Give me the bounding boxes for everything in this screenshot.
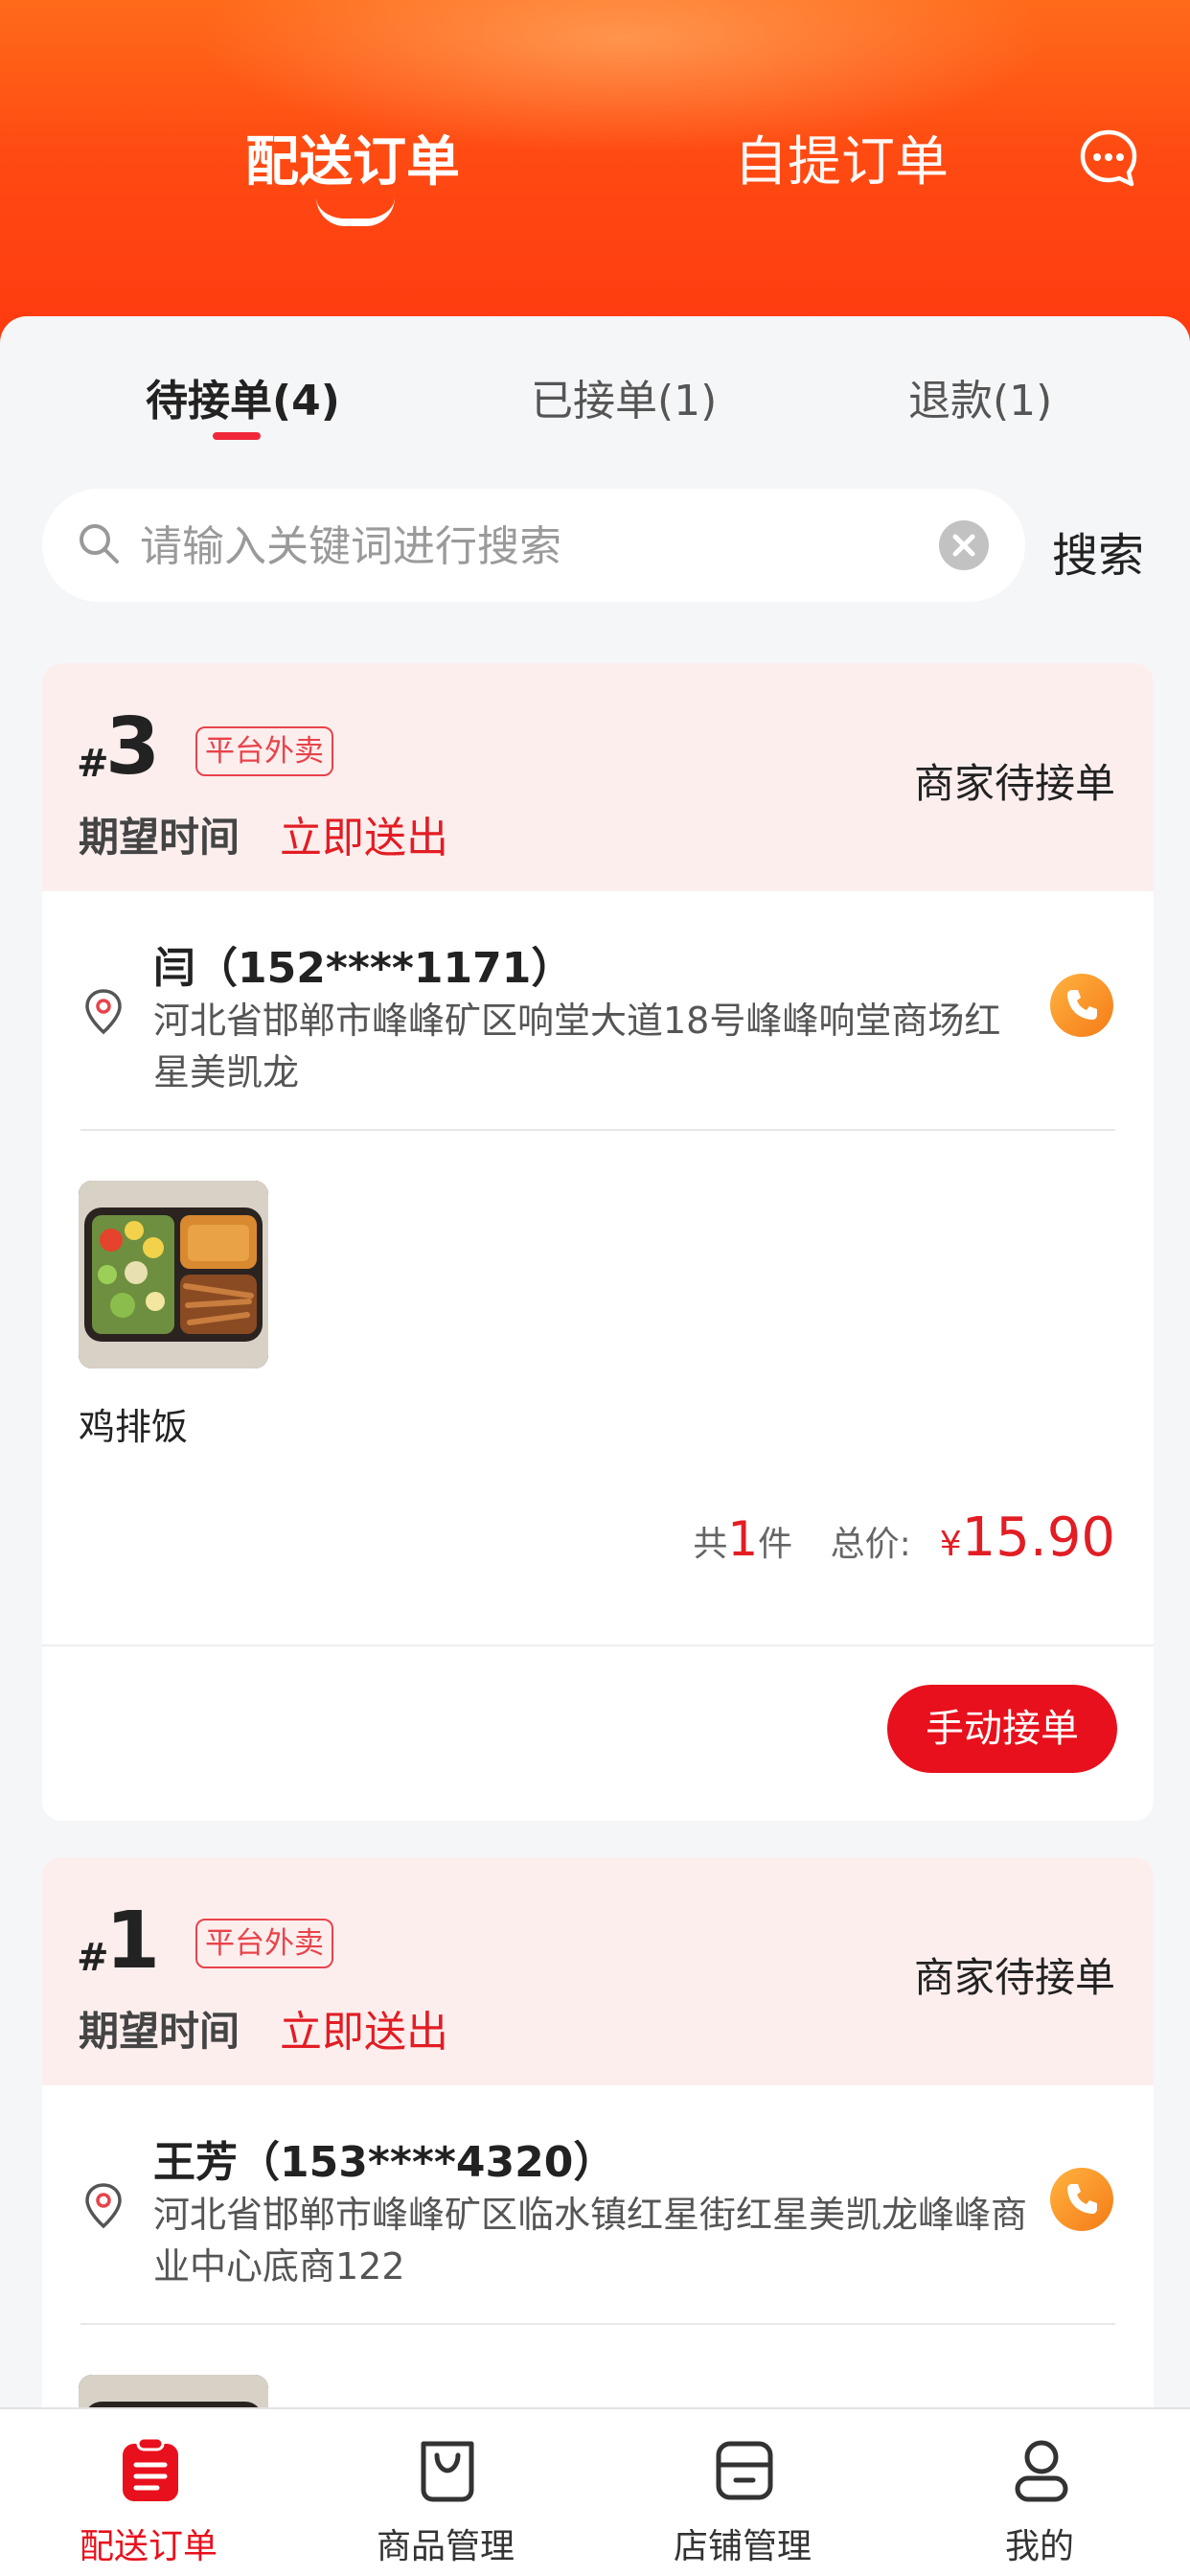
top-header (0, 0, 1190, 345)
expected-time-label: 期望时间 (79, 2008, 240, 2055)
source-tag: 平台外卖 (195, 726, 333, 776)
manual-accept-button[interactable]: 手动接单 (887, 1685, 1117, 1773)
shopping-bag-icon (421, 2441, 474, 2502)
phone-icon (1067, 990, 1097, 1020)
nav-label: 店铺管理 (673, 2527, 812, 2566)
section-divider (80, 2323, 1115, 2325)
expected-time-label: 期望时间 (79, 814, 240, 861)
card-footer-divider (42, 1644, 1154, 1646)
tab-pending-underline (213, 432, 261, 440)
source-tag: 平台外卖 (195, 1919, 333, 1968)
expected-time-value: 立即送出 (280, 2008, 448, 2057)
user-icon (1015, 2440, 1068, 2502)
expected-time-value: 立即送出 (280, 814, 448, 862)
tab-delivery-orders[interactable]: 配送订单 (245, 119, 460, 196)
customer-address: 河北省邯郸市峰峰矿区响堂大道18号峰峰响堂商场红星美凯龙 (153, 1000, 1001, 1093)
nav-label: 配送订单 (79, 2527, 217, 2566)
nav-label: 我的 (1004, 2527, 1074, 2566)
location-pin-icon (85, 989, 122, 1035)
food-image (79, 1181, 268, 1368)
tab-refund[interactable]: 退款(1) (908, 366, 1052, 427)
item-count: 1 (727, 1511, 759, 1567)
order-status: 商家待接单 (913, 1954, 1115, 2001)
customer-address: 河北省邯郸市峰峰矿区临水镇红星街红星美凯龙峰峰商业中心底商122 (153, 2194, 1028, 2288)
food-name: 鸡排饭 (79, 1406, 189, 1448)
customer-name: 王芳（153****4320） (153, 2138, 616, 2187)
currency-symbol: ¥ (939, 1525, 962, 1564)
section-divider (80, 1129, 1115, 1131)
nav-delivery-orders[interactable]: 配送订单 (0, 2409, 297, 2576)
nav-mine[interactable]: 我的 (891, 2409, 1188, 2576)
order-number: 3 (105, 702, 161, 793)
order-card[interactable]: # 3 平台外卖 商家待接单 期望时间 立即送出 闫（152****1171） … (42, 663, 1154, 1821)
store-icon (716, 2441, 773, 2500)
tab-pending[interactable]: 待接单(4) (146, 366, 340, 427)
search-input[interactable] (140, 518, 906, 575)
order-status: 商家待接单 (913, 760, 1115, 807)
bottom-navigation: 配送订单 商品管理 店铺管理 我的 (0, 2407, 1190, 2576)
total-label: 总价: (830, 1525, 911, 1564)
order-total-line: 共1件 总价: ¥15.90 (693, 1506, 1115, 1569)
clear-icon[interactable] (939, 520, 989, 570)
nav-label: 商品管理 (376, 2527, 515, 2566)
count-prefix: 共 (693, 1525, 728, 1564)
search-icon (80, 524, 119, 564)
call-button[interactable] (1050, 2168, 1113, 2231)
order-hash: # (77, 742, 109, 786)
count-suffix: 件 (758, 1525, 793, 1564)
location-pin-icon (85, 2183, 122, 2229)
tab-accepted[interactable]: 已接单(1) (531, 366, 717, 427)
phone-icon (1067, 2184, 1097, 2214)
nav-store-management[interactable]: 店铺管理 (594, 2409, 891, 2576)
total-price: 15.90 (961, 1506, 1115, 1569)
call-button[interactable] (1050, 974, 1113, 1037)
order-hash: # (77, 1936, 109, 1980)
tab-pickup-orders[interactable]: 自提订单 (734, 119, 949, 196)
bento-illustration (79, 1181, 268, 1368)
customer-name: 闫（152****1171） (153, 944, 574, 993)
clipboard-icon (123, 2436, 178, 2501)
search-button[interactable]: 搜索 (1052, 518, 1144, 585)
nav-product-management[interactable]: 商品管理 (297, 2409, 594, 2576)
chat-bubble-icon[interactable] (1079, 128, 1138, 188)
order-number: 1 (105, 1896, 161, 1987)
